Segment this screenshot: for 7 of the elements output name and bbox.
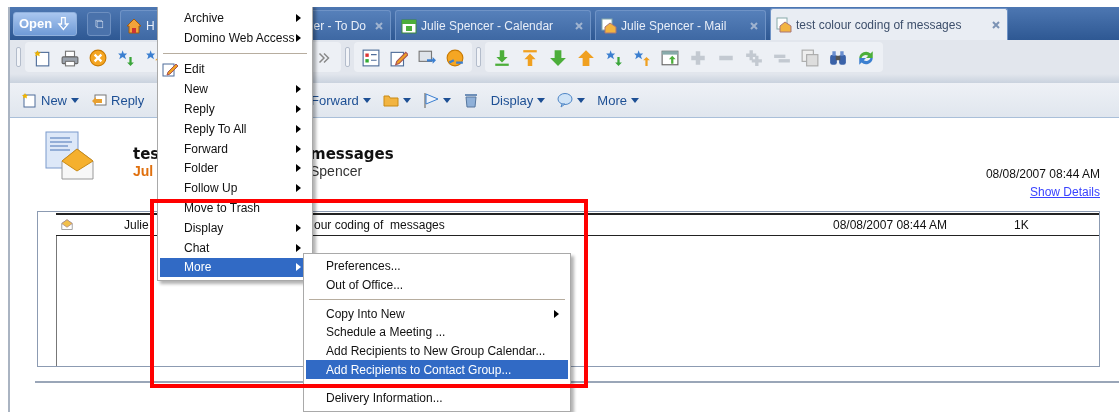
table-cell: our coding of messages xyxy=(314,213,833,236)
message-title: tes xyxy=(133,145,160,163)
message-date: 08/08/2007 08:44 AM xyxy=(985,167,1100,181)
message-title: messages xyxy=(310,145,394,163)
table-cell: 1K xyxy=(1014,213,1099,236)
table-cell: 08/08/2007 08:44 AM xyxy=(833,213,1014,236)
sender-name: Jul xyxy=(133,163,154,179)
